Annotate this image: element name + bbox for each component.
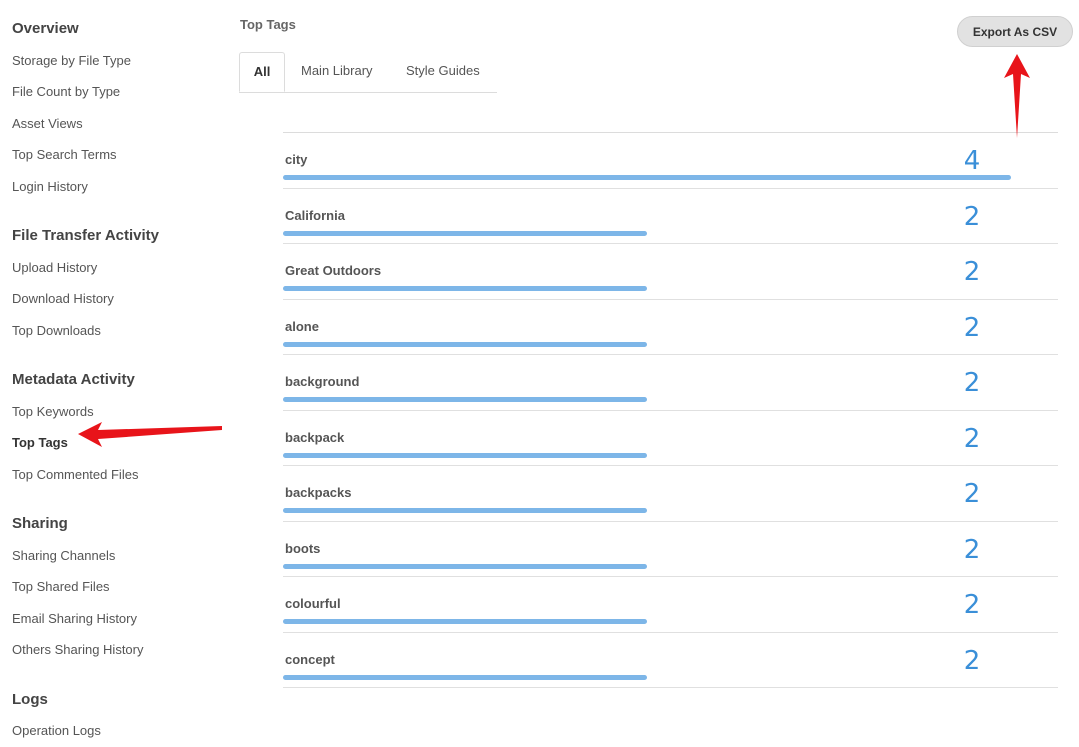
sidebar-item-email-sharing-history[interactable]: Email Sharing History [12,611,137,626]
table-row: backpack 2 [283,411,1058,466]
sidebar-item-others-sharing-history[interactable]: Others Sharing History [12,642,144,657]
sidebar-item-sharing-channels[interactable]: Sharing Channels [12,548,115,563]
sidebar-item-file-count-by-type[interactable]: File Count by Type [12,84,120,99]
tag-bar [283,397,647,402]
annotation-arrow-up-icon [1004,54,1030,138]
table-row: California 2 [283,189,1058,244]
sidebar-item-storage-by-file-type[interactable]: Storage by File Type [12,53,131,68]
tag-bar-track [283,563,1011,569]
sidebar-item-top-downloads[interactable]: Top Downloads [12,323,101,338]
table-row: city 4 [283,133,1058,189]
tag-name[interactable]: boots [285,541,320,556]
library-tabs: All Main Library Style Guides [239,52,497,93]
tag-name[interactable]: Great Outdoors [285,263,381,278]
sidebar-item-login-history[interactable]: Login History [12,179,88,194]
tag-bar [283,286,647,291]
tag-name[interactable]: city [285,152,307,167]
sidebar-section-title: Logs [12,691,48,708]
tag-bar-track [283,619,1011,624]
sidebar-item-upload-history[interactable]: Upload History [12,260,97,275]
sidebar-section-title: File Transfer Activity [12,227,159,244]
tag-name[interactable]: backpacks [285,485,352,500]
table-row: alone 2 [283,300,1058,355]
sidebar-item-operation-logs[interactable]: Operation Logs [12,723,101,738]
table-row: concept 2 [283,633,1058,688]
tag-bar [283,619,647,624]
tag-name[interactable]: alone [285,319,319,334]
page-title: Top Tags [240,17,296,32]
tag-bar [283,175,1011,180]
tag-count: 2 [963,590,981,620]
tag-count: 2 [963,479,981,509]
tag-bar-track [283,341,1011,347]
tag-bar [283,230,647,236]
tag-bar [283,452,647,458]
tag-name[interactable]: backpack [285,430,344,445]
tag-count: 2 [963,645,981,676]
tag-bar-track [283,508,1011,513]
table-row: colourful 2 [283,577,1058,633]
tab-main-library[interactable]: Main Library [301,52,373,92]
tag-bar [283,341,647,347]
tag-bar-track [283,286,1011,291]
tag-bar-track [283,230,1011,236]
sidebar-item-top-shared-files[interactable]: Top Shared Files [12,579,110,594]
tag-count: 2 [963,368,981,398]
tag-name[interactable]: California [285,208,345,223]
tag-bar-track [283,397,1011,402]
tag-bar [283,674,647,680]
tag-name[interactable]: concept [285,652,335,667]
tag-list: city 4 California 2 Great Outdoors 2 alone 2 bac… [283,132,1058,688]
tag-count: 4 [963,146,981,176]
sidebar-item-asset-views[interactable]: Asset Views [12,116,83,131]
tab-style-guides[interactable]: Style Guides [406,52,480,92]
annotation-arrow-left-icon [78,422,222,447]
analytics-page: Overview Storage by File Type File Count… [0,0,1079,747]
sidebar-item-top-commented-files[interactable]: Top Commented Files [12,467,138,482]
sidebar-item-top-search-terms[interactable]: Top Search Terms [12,147,117,162]
tag-count: 2 [963,423,981,454]
export-csv-button[interactable]: Export As CSV [957,16,1073,47]
tag-count: 2 [963,312,981,343]
table-row: boots 2 [283,522,1058,577]
table-row: Great Outdoors 2 [283,244,1058,300]
tag-count: 2 [963,534,981,565]
tag-count: 2 [963,257,981,287]
tag-bar-track [283,452,1011,458]
table-row: backpacks 2 [283,466,1058,522]
sidebar-section-title: Metadata Activity [12,371,135,388]
tag-bar-track [283,674,1011,680]
tag-count: 2 [963,201,981,232]
sidebar-item-top-keywords[interactable]: Top Keywords [12,404,94,419]
table-row: background 2 [283,355,1058,411]
tag-bar [283,563,647,569]
sidebar-section-title: Sharing [12,515,68,532]
tag-bar-track [283,175,1011,180]
tab-all[interactable]: All [239,52,285,92]
sidebar-item-top-tags[interactable]: Top Tags [12,435,68,450]
tag-name[interactable]: background [285,374,359,389]
sidebar-section-title: Overview [12,20,79,37]
tag-name[interactable]: colourful [285,596,341,611]
sidebar-item-download-history[interactable]: Download History [12,291,114,306]
tag-bar [283,508,647,513]
